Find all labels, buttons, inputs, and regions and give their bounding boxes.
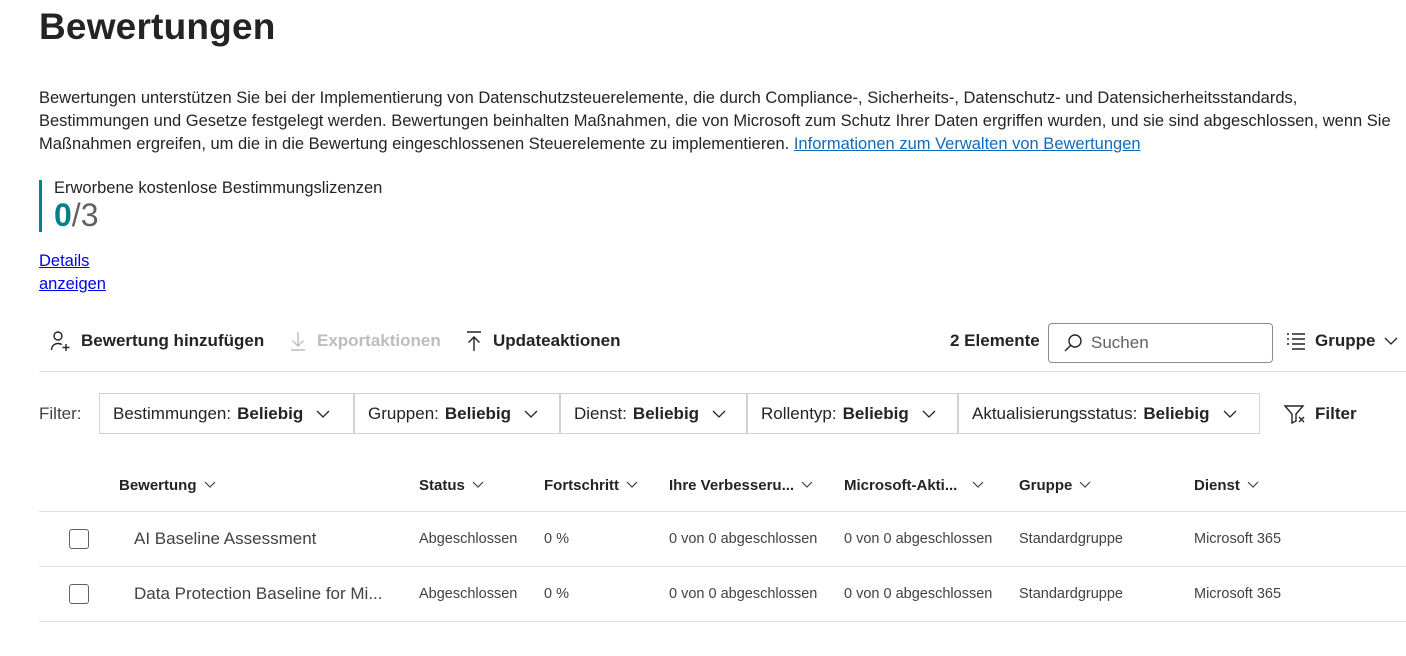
column-header-label: Status [419, 476, 465, 494]
filter-icon [1283, 404, 1305, 424]
column-header-label: Gruppe [1019, 476, 1073, 494]
item-count: 2 Elemente [950, 331, 1040, 350]
page-description: Bewertungen unterstützen Sie bei der Imp… [39, 87, 1399, 156]
column-header-label: Microsoft-Akti... [844, 476, 958, 494]
license-current: 0 [54, 197, 72, 233]
filter-name: Aktualisierungsstatus: [972, 403, 1138, 423]
page-title: Bewertungen [39, 6, 276, 47]
filter-regulations[interactable]: Bestimmungen: Beliebig [99, 393, 354, 434]
chevron-down-icon [1384, 337, 1398, 345]
filter-name: Rollentyp: [761, 403, 837, 423]
filter-service[interactable]: Dienst: Beliebig [560, 393, 747, 434]
column-header-your-improvements[interactable]: Ihre Verbesseru... [669, 462, 814, 508]
filter-name: Dienst: [574, 403, 627, 423]
cell-group: Standardgruppe [1019, 585, 1123, 602]
table-header: Bewertung Status Fortschritt Ihre Verbes… [39, 462, 1406, 512]
filter-update-status[interactable]: Aktualisierungsstatus: Beliebig [958, 393, 1260, 434]
filter-button-label: Filter [1315, 403, 1357, 423]
chevron-down-icon [626, 481, 638, 488]
column-header-label: Fortschritt [544, 476, 619, 494]
filter-row: Filter: Bestimmungen: Beliebig Gruppen: … [39, 393, 1406, 434]
chevron-down-icon [204, 481, 215, 488]
add-person-icon [50, 331, 70, 351]
export-actions-label: Exportaktionen [317, 331, 441, 350]
chevron-down-icon [316, 410, 330, 418]
column-header-label: Dienst [1194, 476, 1240, 494]
details-link[interactable]: Details anzeigen [39, 250, 119, 296]
chevron-down-icon [972, 481, 984, 488]
cell-status: Abgeschlossen [419, 530, 518, 547]
license-total: 3 [80, 197, 99, 233]
filter-value: Beliebig [237, 403, 304, 423]
row-checkbox[interactable] [69, 584, 89, 604]
table-row[interactable]: Data Protection Baseline for Mi... Abges… [39, 567, 1406, 622]
column-header-status[interactable]: Status [419, 462, 485, 508]
cell-group: Standardgruppe [1019, 530, 1123, 547]
filter-role-type[interactable]: Rollentyp: Beliebig [747, 393, 958, 434]
column-header-assessment[interactable]: Bewertung [119, 462, 217, 508]
cell-assessment[interactable]: AI Baseline Assessment [134, 512, 316, 565]
cell-status: Abgeschlossen [419, 585, 518, 602]
cell-service: Microsoft 365 [1194, 530, 1282, 547]
filter-value: Beliebig [632, 403, 700, 423]
cell-your-improvements: 0 von 0 abgeschlossen [669, 585, 818, 602]
search-input[interactable] [1091, 333, 1251, 353]
row-checkbox[interactable] [69, 529, 89, 549]
filter-groups[interactable]: Gruppen: Beliebig [354, 393, 560, 434]
column-header-microsoft-actions[interactable]: Microsoft-Akti... [844, 462, 985, 508]
column-header-group[interactable]: Gruppe [1019, 462, 1092, 508]
chevron-down-icon [922, 410, 936, 418]
group-list-icon [1287, 333, 1305, 350]
search-icon [1064, 334, 1082, 352]
add-assessment-label: Bewertung hinzufügen [81, 331, 265, 350]
chevron-down-icon [524, 410, 538, 418]
search-box[interactable] [1048, 323, 1273, 363]
filter-name: Bestimmungen: [113, 403, 232, 423]
license-label: Erworbene kostenlose Bestimmungslizenzen [54, 179, 383, 197]
filter-value: Beliebig [842, 403, 909, 423]
column-header-service[interactable]: Dienst [1194, 462, 1260, 508]
chevron-down-icon [472, 481, 484, 488]
cell-service: Microsoft 365 [1194, 585, 1282, 602]
chevron-down-icon [1247, 481, 1259, 488]
export-actions-button[interactable]: Exportaktionen [287, 322, 441, 360]
download-icon [291, 332, 305, 351]
license-separator: / [71, 197, 81, 233]
filter-name: Gruppen: [368, 403, 439, 423]
chevron-down-icon [801, 481, 813, 488]
column-header-progress[interactable]: Fortschritt [544, 462, 639, 508]
upload-icon [467, 331, 481, 351]
chevron-down-icon [1079, 481, 1091, 488]
cell-microsoft-actions: 0 von 0 abgeschlossen [844, 585, 993, 602]
filter-value: Beliebig [444, 403, 512, 423]
add-assessment-button[interactable]: Bewertung hinzufügen [49, 322, 264, 360]
chevron-down-icon [1223, 410, 1236, 418]
group-button[interactable]: Gruppe [1285, 322, 1399, 360]
chevron-down-icon [712, 410, 726, 418]
filter-button[interactable]: Filter [1283, 393, 1357, 434]
toolbar: Bewertung hinzufügen Exportaktionen Upda… [39, 322, 1406, 372]
cell-assessment[interactable]: Data Protection Baseline for Mi... [134, 567, 383, 620]
info-link[interactable]: Informationen zum Verwalten von Bewertun… [794, 135, 1141, 153]
group-label: Gruppe [1315, 331, 1376, 350]
assessments-table: Bewertung Status Fortschritt Ihre Verbes… [39, 462, 1406, 622]
column-header-label: Bewertung [119, 476, 197, 494]
cell-progress: 0 % [544, 530, 569, 547]
update-actions-button[interactable]: Updateaktionen [463, 322, 621, 360]
license-counter: Erworbene kostenlose Bestimmungslizenzen… [39, 180, 382, 232]
update-actions-label: Updateaktionen [493, 331, 621, 350]
cell-microsoft-actions: 0 von 0 abgeschlossen [844, 530, 993, 547]
column-header-label: Ihre Verbesseru... [669, 476, 795, 494]
table-row[interactable]: AI Baseline Assessment Abgeschlossen 0 %… [39, 512, 1406, 567]
filter-label: Filter: [39, 403, 82, 423]
license-count: 0/3 [54, 198, 382, 232]
description-text: Bewertungen unterstützen Sie bei der Imp… [39, 89, 1391, 153]
cell-progress: 0 % [544, 585, 569, 602]
cell-your-improvements: 0 von 0 abgeschlossen [669, 530, 818, 547]
filter-value: Beliebig [1143, 403, 1210, 423]
